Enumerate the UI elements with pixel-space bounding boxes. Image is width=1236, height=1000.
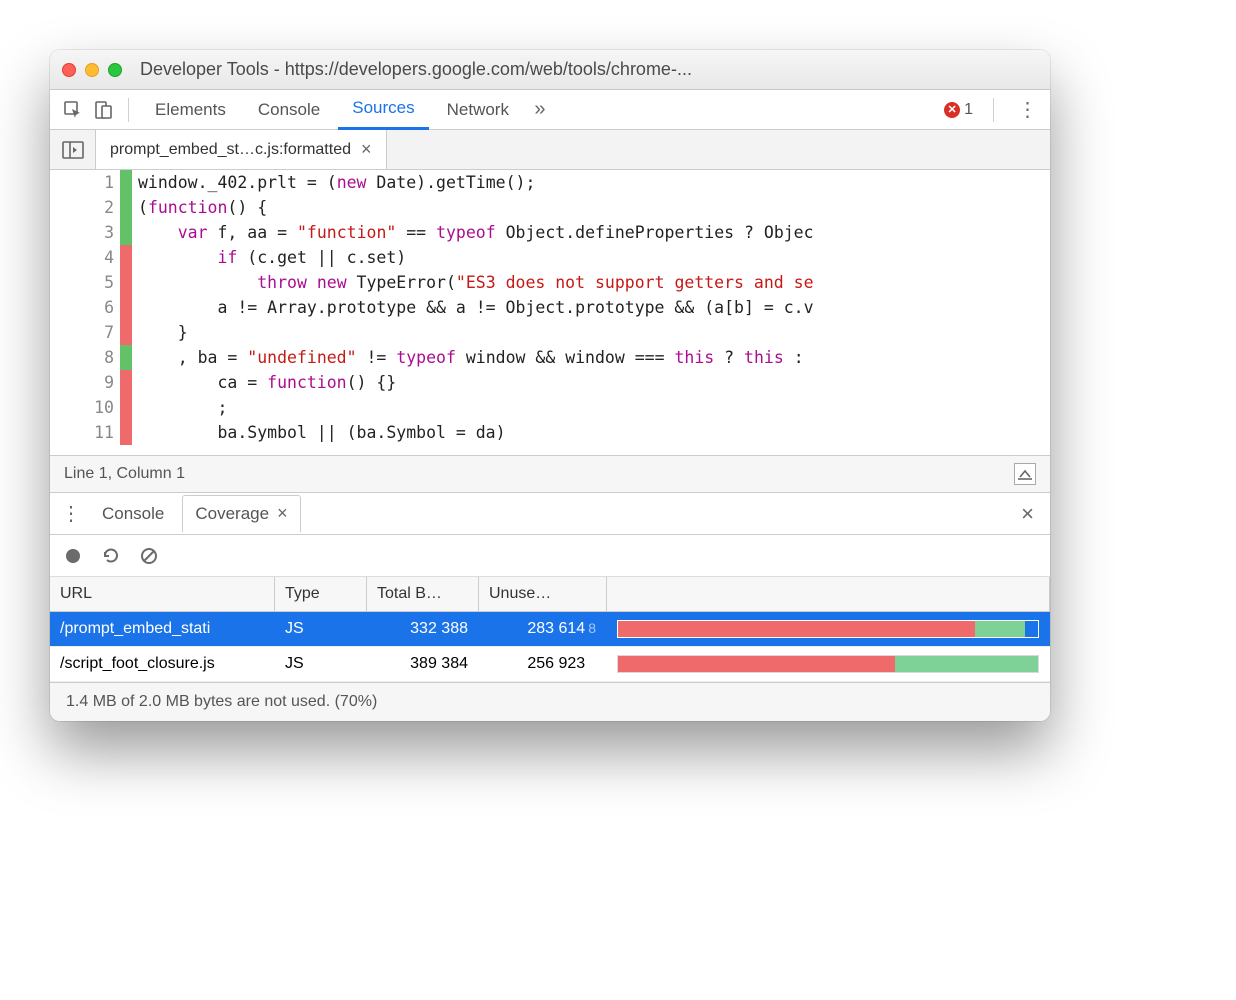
coverage-gutter (120, 170, 132, 455)
tab-sources[interactable]: Sources (338, 90, 428, 130)
coverage-table-header: URL Type Total B… Unuse… (50, 577, 1050, 612)
cell-bar (607, 612, 1050, 646)
cell-total: 389 384 (367, 647, 479, 681)
source-editor[interactable]: 1234567891011 window._402.prlt = (new Da… (50, 170, 1050, 455)
cursor-position: Line 1, Column 1 (64, 465, 185, 483)
cell-url: /prompt_embed_stati (50, 612, 275, 646)
tab-console[interactable]: Console (244, 92, 334, 128)
col-header-bar (607, 577, 1050, 611)
drawer-tab-coverage-label: Coverage (195, 504, 269, 524)
main-toolbar: Elements Console Sources Network » ✕ 1 ⋮ (50, 90, 1050, 130)
kebab-menu-icon[interactable]: ⋮ (1014, 97, 1040, 123)
maximize-window-button[interactable] (108, 63, 122, 77)
coverage-table: URL Type Total B… Unuse… /prompt_embed_s… (50, 577, 1050, 682)
reload-icon[interactable] (102, 547, 120, 565)
close-coverage-tab-icon[interactable]: × (277, 503, 288, 524)
coverage-row[interactable]: /prompt_embed_statiJS332 388283 6148 (50, 612, 1050, 647)
clear-icon[interactable] (140, 547, 158, 565)
cell-unused: 256 9236 (479, 647, 607, 681)
cell-url: /script_foot_closure.js (50, 647, 275, 681)
navigator-toggle-icon[interactable] (50, 130, 96, 169)
error-count: 1 (964, 101, 973, 119)
inspect-element-icon[interactable] (60, 97, 86, 123)
col-header-total[interactable]: Total B… (367, 577, 479, 611)
col-header-unused[interactable]: Unuse… (479, 577, 607, 611)
cell-total: 332 388 (367, 612, 479, 646)
cell-bar (607, 647, 1050, 681)
line-number-gutter: 1234567891011 (50, 170, 120, 455)
close-drawer-icon[interactable]: × (1013, 501, 1042, 527)
col-header-url[interactable]: URL (50, 577, 275, 611)
drawer-tab-console[interactable]: Console (90, 496, 176, 532)
device-toolbar-icon[interactable] (90, 97, 116, 123)
separator (993, 98, 994, 122)
drawer-tab-coverage[interactable]: Coverage × (182, 495, 300, 533)
devtools-window: Developer Tools - https://developers.goo… (50, 50, 1050, 721)
titlebar: Developer Tools - https://developers.goo… (50, 50, 1050, 90)
more-tabs-icon[interactable]: » (527, 97, 553, 123)
cell-unused: 283 6148 (479, 612, 607, 646)
drawer-tab-bar: ⋮ Console Coverage × × (50, 493, 1050, 535)
file-tab[interactable]: prompt_embed_st…c.js:formatted × (96, 130, 387, 169)
tab-network[interactable]: Network (433, 92, 523, 128)
window-title: Developer Tools - https://developers.goo… (140, 59, 1038, 80)
window-controls (62, 63, 122, 77)
col-header-type[interactable]: Type (275, 577, 367, 611)
coverage-toolbar (50, 535, 1050, 577)
separator (128, 98, 129, 122)
file-tab-name: prompt_embed_st…c.js:formatted (110, 141, 351, 159)
editor-status-bar: Line 1, Column 1 (50, 455, 1050, 493)
error-icon: ✕ (944, 102, 960, 118)
cell-type: JS (275, 612, 367, 646)
coverage-summary: 1.4 MB of 2.0 MB bytes are not used. (70… (50, 682, 1050, 721)
show-drawer-icon[interactable] (1014, 463, 1036, 485)
minimize-window-button[interactable] (85, 63, 99, 77)
record-icon[interactable] (64, 547, 82, 565)
tab-elements[interactable]: Elements (141, 92, 240, 128)
drawer-menu-icon[interactable]: ⋮ (58, 501, 84, 527)
file-tab-bar: prompt_embed_st…c.js:formatted × (50, 130, 1050, 170)
coverage-row[interactable]: /script_foot_closure.jsJS389 384256 9236 (50, 647, 1050, 682)
close-window-button[interactable] (62, 63, 76, 77)
close-file-tab-icon[interactable]: × (361, 139, 372, 160)
code-area[interactable]: window._402.prlt = (new Date).getTime();… (132, 170, 1050, 455)
cell-type: JS (275, 647, 367, 681)
error-count-badge[interactable]: ✕ 1 (944, 101, 973, 119)
